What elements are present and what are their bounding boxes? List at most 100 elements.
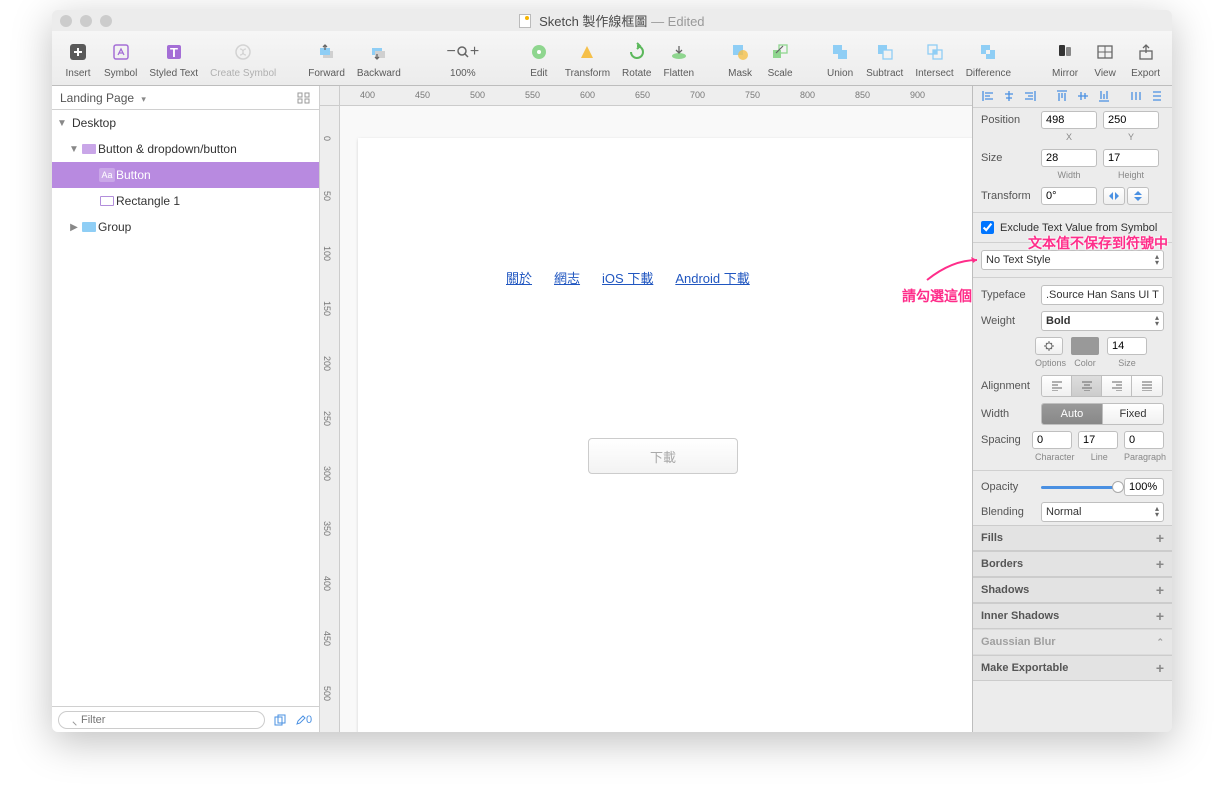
size-label: Size [981,152,1035,164]
align-bottom-icon[interactable] [1095,88,1113,104]
text-color-swatch[interactable] [1071,337,1099,355]
toolbar: Insert Symbol TStyled Text Create Symbol… [52,31,1172,86]
backward-button[interactable]: Backward [351,38,407,79]
link-ios[interactable]: iOS 下載 [602,268,653,287]
layer-rectangle-1[interactable]: Rectangle 1 [52,188,319,214]
copy-layers-icon[interactable] [271,711,289,729]
typeface-dropdown[interactable]: .Source Han Sans UI T [1041,285,1164,305]
intersect-button[interactable]: Intersect [909,38,959,79]
height-input[interactable] [1103,149,1159,167]
styled-text-button[interactable]: TStyled Text [143,38,204,79]
position-x-input[interactable] [1041,111,1097,129]
align-right-button[interactable] [1102,376,1132,396]
create-symbol-button: Create Symbol [204,38,282,79]
weight-dropdown[interactable]: Bold▴▾ [1041,311,1164,331]
view-button[interactable]: View [1085,38,1125,79]
align-center-h-icon[interactable] [1000,88,1018,104]
artboard[interactable]: 關於 網志 iOS 下載 Android 下載 下載 [358,138,972,732]
layer-button-dropdown[interactable]: ▼Button & dropdown/button [52,136,319,162]
page-selector[interactable]: Landing Page ▾ [52,86,319,110]
add-export-icon[interactable]: + [1156,660,1164,676]
gaussian-blur-section[interactable]: Gaussian Blur⌃ [973,629,1172,655]
distribute-v-icon[interactable] [1148,88,1166,104]
inspector-panel: Position XY Size WidthHeight Transform [972,86,1172,732]
align-center-v-icon[interactable] [1074,88,1092,104]
text-options-button[interactable] [1035,337,1063,355]
char-spacing-input[interactable] [1032,431,1072,449]
align-top-icon[interactable] [1053,88,1071,104]
text-style-dropdown[interactable]: No Text Style▴▾ [981,250,1164,270]
width-input[interactable] [1041,149,1097,167]
symbol-button[interactable]: Symbol [98,38,143,79]
align-left-icon[interactable] [979,88,997,104]
insert-button[interactable]: Insert [58,38,98,79]
layer-group[interactable]: ▶Group [52,214,319,240]
zoom-dot[interactable] [100,15,112,27]
align-center-button[interactable] [1072,376,1102,396]
add-fill-icon[interactable]: + [1156,530,1164,546]
alignment-toolbar [973,86,1172,108]
mask-button[interactable]: Mask [720,38,760,79]
union-button[interactable]: Union [820,38,860,79]
subtract-button[interactable]: Subtract [860,38,909,79]
typeface-label: Typeface [981,289,1035,301]
blending-label: Blending [981,506,1035,518]
difference-button[interactable]: Difference [960,38,1017,79]
add-inner-shadow-icon[interactable]: + [1156,608,1164,624]
shadows-section[interactable]: Shadows+ [973,577,1172,603]
edit-button[interactable]: Edit [519,38,559,79]
font-size-input[interactable] [1107,337,1147,355]
inner-shadows-section[interactable]: Inner Shadows+ [973,603,1172,629]
scale-button[interactable]: Scale [760,38,800,79]
zoom-control[interactable]: − +100% [427,38,499,79]
exclude-text-checkbox[interactable] [981,221,994,234]
width-mode-segment: Auto Fixed [1041,403,1164,425]
rotate-button[interactable]: Rotate [616,38,657,79]
link-about[interactable]: 關於 [506,268,532,287]
position-label: Position [981,114,1035,126]
fills-section[interactable]: Fills+ [973,525,1172,551]
add-shadow-icon[interactable]: + [1156,582,1164,598]
export-button[interactable]: Export [1125,38,1166,79]
close-dot[interactable] [60,15,72,27]
layer-desktop[interactable]: ▼Desktop [52,110,319,136]
transform-button[interactable]: Transform [559,38,616,79]
transform-label: Transform [981,190,1035,202]
filter-input[interactable] [58,711,265,729]
align-justify-button[interactable] [1132,376,1162,396]
flip-h-button[interactable] [1103,187,1125,205]
flip-v-button[interactable] [1127,187,1149,205]
mirror-button[interactable]: Mirror [1045,38,1085,79]
opacity-input[interactable] [1124,478,1164,496]
blending-dropdown[interactable]: Normal▴▾ [1041,502,1164,522]
flatten-button[interactable]: Flatten [658,38,701,79]
width-fixed-button[interactable]: Fixed [1103,404,1163,424]
rotation-input[interactable] [1041,187,1097,205]
align-left-button[interactable] [1042,376,1072,396]
opacity-slider[interactable] [1041,486,1118,489]
text-align-label: Alignment [981,380,1035,392]
make-exportable-section[interactable]: Make Exportable+ [973,655,1172,681]
line-spacing-input[interactable] [1078,431,1118,449]
width-auto-button[interactable]: Auto [1042,404,1103,424]
position-y-input[interactable] [1103,111,1159,129]
download-button-element[interactable]: 下載 [588,438,738,474]
distribute-h-icon[interactable] [1127,88,1145,104]
edit-count-icon[interactable]: 0 [295,711,313,729]
canvas-area[interactable]: 400450500550600650700750800850900 050100… [320,86,972,732]
traffic-lights [60,15,112,27]
align-right-icon[interactable] [1021,88,1039,104]
canvas[interactable]: 關於 網志 iOS 下載 Android 下載 下載 [340,106,972,732]
minimize-dot[interactable] [80,15,92,27]
ruler-horizontal: 400450500550600650700750800850900 [340,86,972,106]
ruler-vertical: 050100150200250300350400450500 [320,106,340,732]
link-blog[interactable]: 網志 [554,268,580,287]
borders-section[interactable]: Borders+ [973,551,1172,577]
link-android[interactable]: Android 下載 [675,268,749,287]
para-spacing-input[interactable] [1124,431,1164,449]
forward-button[interactable]: Forward [302,38,351,79]
layer-button[interactable]: AaButton [52,162,319,188]
add-border-icon[interactable]: + [1156,556,1164,572]
text-width-label: Width [981,408,1035,420]
artboard-grid-icon[interactable] [297,92,311,104]
